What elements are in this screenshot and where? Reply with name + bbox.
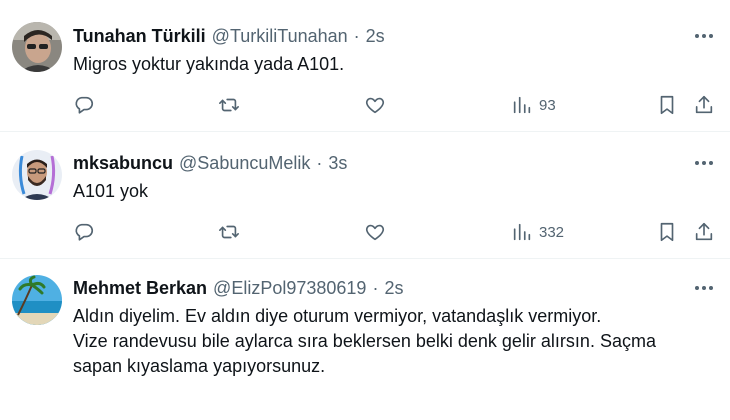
separator: · xyxy=(372,277,379,298)
reply-button[interactable] xyxy=(73,219,95,245)
tweet-actions: 93 xyxy=(0,92,730,118)
tweet-text: A101 yok xyxy=(73,179,713,204)
separator: · xyxy=(316,152,323,173)
retweet-icon xyxy=(219,225,239,239)
views-chart-icon xyxy=(513,223,531,241)
bookmark-button[interactable] xyxy=(656,219,678,245)
reply-icon xyxy=(75,96,94,114)
timestamp[interactable]: 2s xyxy=(366,26,385,47)
tweet-actions: 332 xyxy=(0,219,730,245)
reply-button[interactable] xyxy=(73,92,95,118)
tweet-header: Mehmet Berkan @ElizPol97380619 · 2s xyxy=(73,276,403,300)
display-name[interactable]: mksabuncu xyxy=(73,153,173,174)
tweet-header: mksabuncu @SabuncuMelik · 3s xyxy=(73,151,347,175)
more-horizontal-icon[interactable] xyxy=(692,26,716,46)
bookmark-icon xyxy=(660,95,674,115)
share-button[interactable] xyxy=(693,219,715,245)
tweet-text-line: sapan kıyaslama yapıyorsunuz. xyxy=(73,356,326,376)
display-name[interactable]: Tunahan Türkili xyxy=(73,26,206,47)
tweet-text-line: A101 yok xyxy=(73,181,149,201)
tweet-text: Aldın diyelim. Ev aldın diye oturum verm… xyxy=(73,304,713,379)
like-button[interactable] xyxy=(364,92,386,118)
tweet-text-line: Vize randevusu bile aylarca sıra beklers… xyxy=(73,331,656,351)
share-icon xyxy=(695,95,713,114)
display-name[interactable]: Mehmet Berkan xyxy=(73,278,207,299)
tweet-header: Tunahan Türkili @TurkiliTunahan · 2s xyxy=(73,24,385,48)
heart-icon xyxy=(365,224,385,241)
tweet-text-line: Aldın diyelim. Ev aldın diye oturum verm… xyxy=(73,306,602,326)
views-button[interactable]: 93 xyxy=(511,92,556,118)
more-horizontal-icon[interactable] xyxy=(692,153,716,173)
tweet[interactable]: mksabuncu @SabuncuMelik · 3s A101 yok 33… xyxy=(0,132,730,259)
user-handle[interactable]: @ElizPol97380619 xyxy=(213,278,366,299)
retweet-icon xyxy=(219,98,239,112)
tweet-text-line: Migros yoktur yakında yada A101. xyxy=(73,54,345,74)
avatar[interactable] xyxy=(12,275,62,325)
retweet-button[interactable] xyxy=(218,219,240,245)
user-handle[interactable]: @SabuncuMelik xyxy=(179,153,310,174)
like-button[interactable] xyxy=(364,219,386,245)
timestamp[interactable]: 3s xyxy=(328,153,347,174)
reply-icon xyxy=(75,223,94,241)
views-chart-icon xyxy=(513,96,531,114)
view-count: 332 xyxy=(539,223,565,241)
bookmark-button[interactable] xyxy=(656,92,678,118)
share-icon xyxy=(695,222,713,241)
heart-icon xyxy=(365,97,385,114)
view-count: 93 xyxy=(539,96,556,114)
tweet-text: Migros yoktur yakında yada A101. xyxy=(73,52,713,77)
avatar[interactable] xyxy=(12,22,62,72)
user-handle[interactable]: @TurkiliTunahan xyxy=(212,26,348,47)
views-button[interactable]: 332 xyxy=(511,219,564,245)
tweet[interactable]: Mehmet Berkan @ElizPol97380619 · 2s Aldı… xyxy=(0,259,730,420)
bookmark-icon xyxy=(660,222,674,242)
retweet-button[interactable] xyxy=(218,92,240,118)
more-horizontal-icon[interactable] xyxy=(692,278,716,298)
share-button[interactable] xyxy=(693,92,715,118)
tweet-feed: Tunahan Türkili @TurkiliTunahan · 2s Mig… xyxy=(0,0,730,420)
tweet[interactable]: Tunahan Türkili @TurkiliTunahan · 2s Mig… xyxy=(0,0,730,132)
separator: · xyxy=(353,25,360,46)
avatar[interactable] xyxy=(12,150,62,200)
timestamp[interactable]: 2s xyxy=(384,278,403,299)
